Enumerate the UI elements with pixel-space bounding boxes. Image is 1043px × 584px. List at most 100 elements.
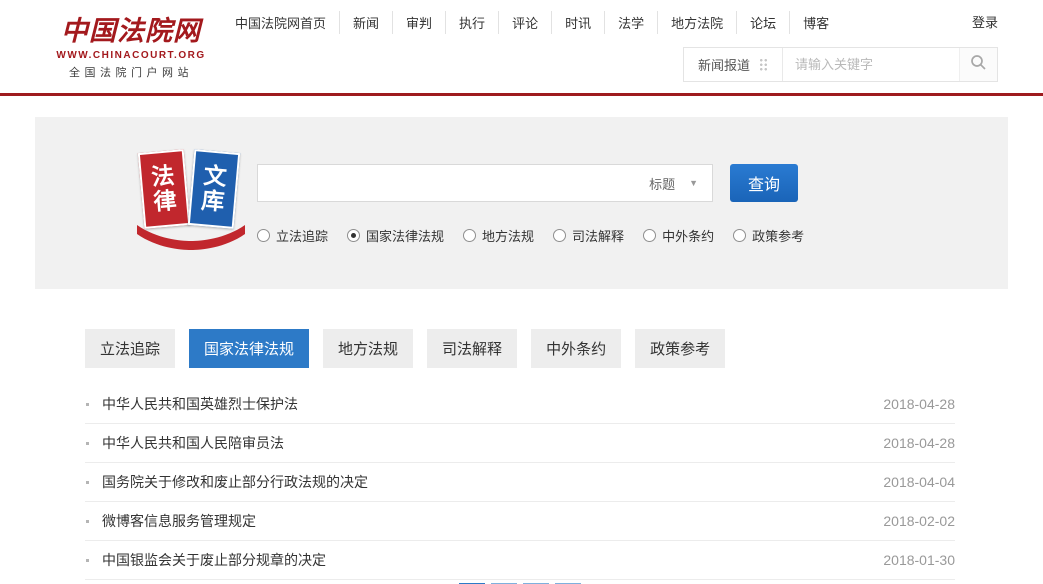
law-title: 国务院关于修改和废止部分行政法规的决定 <box>102 472 863 492</box>
bullet-icon <box>86 403 89 406</box>
query-button[interactable]: 查询 <box>730 164 798 202</box>
top-nav: 中国法院网首页 新闻 审判 执行 评论 时讯 法学 <box>222 11 842 34</box>
search-icon <box>970 54 987 76</box>
radio-circle <box>553 229 566 242</box>
site-logo-subtitle: 全国法院门户网站 <box>52 64 210 80</box>
open-book-icon <box>135 223 247 255</box>
nav-item[interactable]: 法学 <box>605 11 658 34</box>
law-library-logo: 法律 文库 <box>135 151 247 255</box>
header-search-input[interactable] <box>783 48 959 81</box>
law-search-input-box: 标题 ▼ <box>257 164 713 202</box>
tab[interactable]: 中外条约 <box>531 329 621 368</box>
law-date: 2018-02-02 <box>883 513 955 529</box>
radio-option[interactable]: 政策参考 <box>733 226 804 245</box>
radio-label: 国家法律法规 <box>366 226 444 245</box>
list-item[interactable]: 微博客信息服务管理规定 2018-02-02 <box>85 502 955 541</box>
radio-label: 地方法规 <box>482 226 534 245</box>
law-title: 中国银监会关于废止部分规章的决定 <box>102 550 863 570</box>
nav-item-label: 新闻 <box>353 16 379 31</box>
nav-item-label: 博客 <box>803 16 829 31</box>
radio-option[interactable]: 地方法规 <box>463 226 534 245</box>
radio-option[interactable]: 司法解释 <box>553 226 624 245</box>
tab-label: 地方法规 <box>338 341 398 358</box>
tab-label: 立法追踪 <box>100 341 160 358</box>
radio-circle <box>643 229 656 242</box>
tab[interactable]: 立法追踪 <box>85 329 175 368</box>
radio-label: 司法解释 <box>572 226 624 245</box>
law-title: 中华人民共和国人民陪审员法 <box>102 433 863 453</box>
bullet-icon <box>86 520 89 523</box>
nav-item-label: 审判 <box>406 16 432 31</box>
main-content: 立法追踪 国家法律法规 地方法规 司法解释 中外条约 政策参考 <box>85 329 955 584</box>
nav-item-label: 地方法院 <box>671 16 723 31</box>
law-search-form: 标题 ▼ 查询 立法追踪 国家法律法规 地方法 <box>257 164 823 245</box>
list-item[interactable]: 中国银监会关于废止部分规章的决定 2018-01-30 <box>85 541 955 580</box>
radio-circle <box>463 229 476 242</box>
law-date: 2018-04-04 <box>883 474 955 490</box>
radio-option[interactable]: 国家法律法规 <box>347 226 444 245</box>
law-date: 2018-01-30 <box>883 552 955 568</box>
law-date: 2018-04-28 <box>883 435 955 451</box>
site-header: 中国法院网 WWW.CHINACOURT.ORG 全国法院门户网站 中国法院网首… <box>0 0 1043 96</box>
nav-item[interactable]: 时讯 <box>552 11 605 34</box>
nav-item-label: 论坛 <box>750 16 776 31</box>
site-logo[interactable]: 中国法院网 WWW.CHINACOURT.ORG 全国法院门户网站 <box>52 9 210 80</box>
nav-item[interactable]: 新闻 <box>340 11 393 34</box>
law-library-panel: 法律 文库 标题 ▼ 查询 立法追踪 <box>35 117 1008 289</box>
tab[interactable]: 地方法规 <box>323 329 413 368</box>
law-title: 微博客信息服务管理规定 <box>102 511 863 531</box>
category-tabs: 立法追踪 国家法律法规 地方法规 司法解释 中外条约 政策参考 <box>85 329 955 368</box>
law-title: 中华人民共和国英雄烈士保护法 <box>102 394 863 414</box>
law-search-input[interactable] <box>258 165 635 201</box>
radio-label: 立法追踪 <box>276 226 328 245</box>
category-radio-group: 立法追踪 国家法律法规 地方法规 司法解释 <box>257 226 823 245</box>
tab-label: 国家法律法规 <box>204 341 294 358</box>
list-item[interactable]: 中华人民共和国英雄烈士保护法 2018-04-28 <box>85 385 955 424</box>
bullet-icon <box>86 481 89 484</box>
radio-label: 政策参考 <box>752 226 804 245</box>
news-category-selector[interactable]: 新闻报道 <box>684 48 783 81</box>
nav-item[interactable]: 执行 <box>446 11 499 34</box>
radio-label: 中外条约 <box>662 226 714 245</box>
nav-item[interactable]: 地方法院 <box>658 11 737 34</box>
nav-item[interactable]: 评论 <box>499 11 552 34</box>
nav-item-label: 中国法院网首页 <box>235 16 326 31</box>
radio-option[interactable]: 立法追踪 <box>257 226 328 245</box>
bullet-icon <box>86 559 89 562</box>
bullet-icon <box>86 442 89 445</box>
nav-item[interactable]: 论坛 <box>737 11 790 34</box>
tab-label: 政策参考 <box>650 341 710 358</box>
grid-dots-icon <box>759 58 768 71</box>
nav-item-label: 时讯 <box>565 16 591 31</box>
field-selector-label: 标题 <box>649 174 675 193</box>
law-library-logo-blue: 文库 <box>188 149 240 229</box>
list-item[interactable]: 中华人民共和国人民陪审员法 2018-04-28 <box>85 424 955 463</box>
header-search-button[interactable] <box>959 48 997 81</box>
radio-circle <box>257 229 270 242</box>
nav-item-label: 执行 <box>459 16 485 31</box>
header-search-bar: 新闻报道 <box>683 47 998 82</box>
nav-item-label: 法学 <box>618 16 644 31</box>
site-logo-url: WWW.CHINACOURT.ORG <box>52 50 210 61</box>
site-logo-title: 中国法院网 <box>52 9 210 48</box>
tab[interactable]: 司法解释 <box>427 329 517 368</box>
field-selector[interactable]: 标题 ▼ <box>635 165 712 201</box>
news-category-label: 新闻报道 <box>698 55 750 74</box>
law-date: 2018-04-28 <box>883 396 955 412</box>
login-button[interactable]: 登录 <box>972 12 998 31</box>
nav-item-label: 评论 <box>512 16 538 31</box>
radio-circle <box>733 229 746 242</box>
tab-label: 中外条约 <box>546 341 606 358</box>
list-item[interactable]: 国务院关于修改和废止部分行政法规的决定 2018-04-04 <box>85 463 955 502</box>
law-library-logo-red: 法律 <box>138 149 190 229</box>
nav-item[interactable]: 审判 <box>393 11 446 34</box>
tab-label: 司法解释 <box>442 341 502 358</box>
nav-item[interactable]: 博客 <box>790 11 842 34</box>
tab[interactable]: 国家法律法规 <box>189 329 309 368</box>
radio-circle <box>347 229 360 242</box>
tab[interactable]: 政策参考 <box>635 329 725 368</box>
law-list: 中华人民共和国英雄烈士保护法 2018-04-28 中华人民共和国人民陪审员法 … <box>85 385 955 580</box>
nav-item[interactable]: 中国法院网首页 <box>222 11 340 34</box>
chevron-down-icon: ▼ <box>689 178 698 188</box>
radio-option[interactable]: 中外条约 <box>643 226 714 245</box>
